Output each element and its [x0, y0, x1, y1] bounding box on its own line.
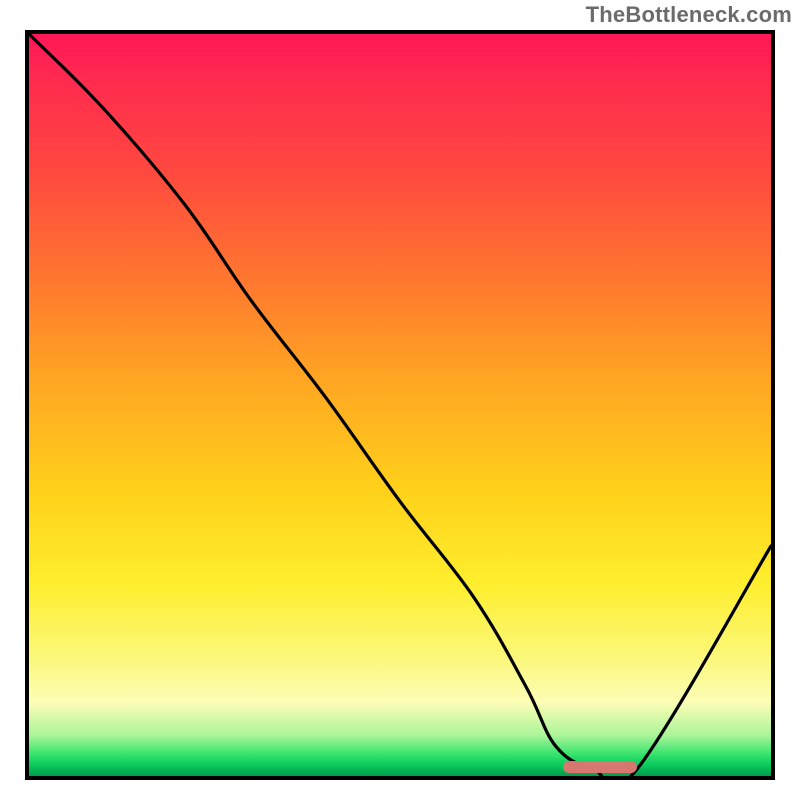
plot-frame [25, 30, 775, 780]
chart-container: TheBottleneck.com [0, 0, 800, 800]
optimal-range-marker [563, 761, 637, 773]
bottleneck-curve [29, 34, 771, 776]
watermark-text: TheBottleneck.com [586, 2, 792, 28]
curve-path [29, 34, 771, 776]
